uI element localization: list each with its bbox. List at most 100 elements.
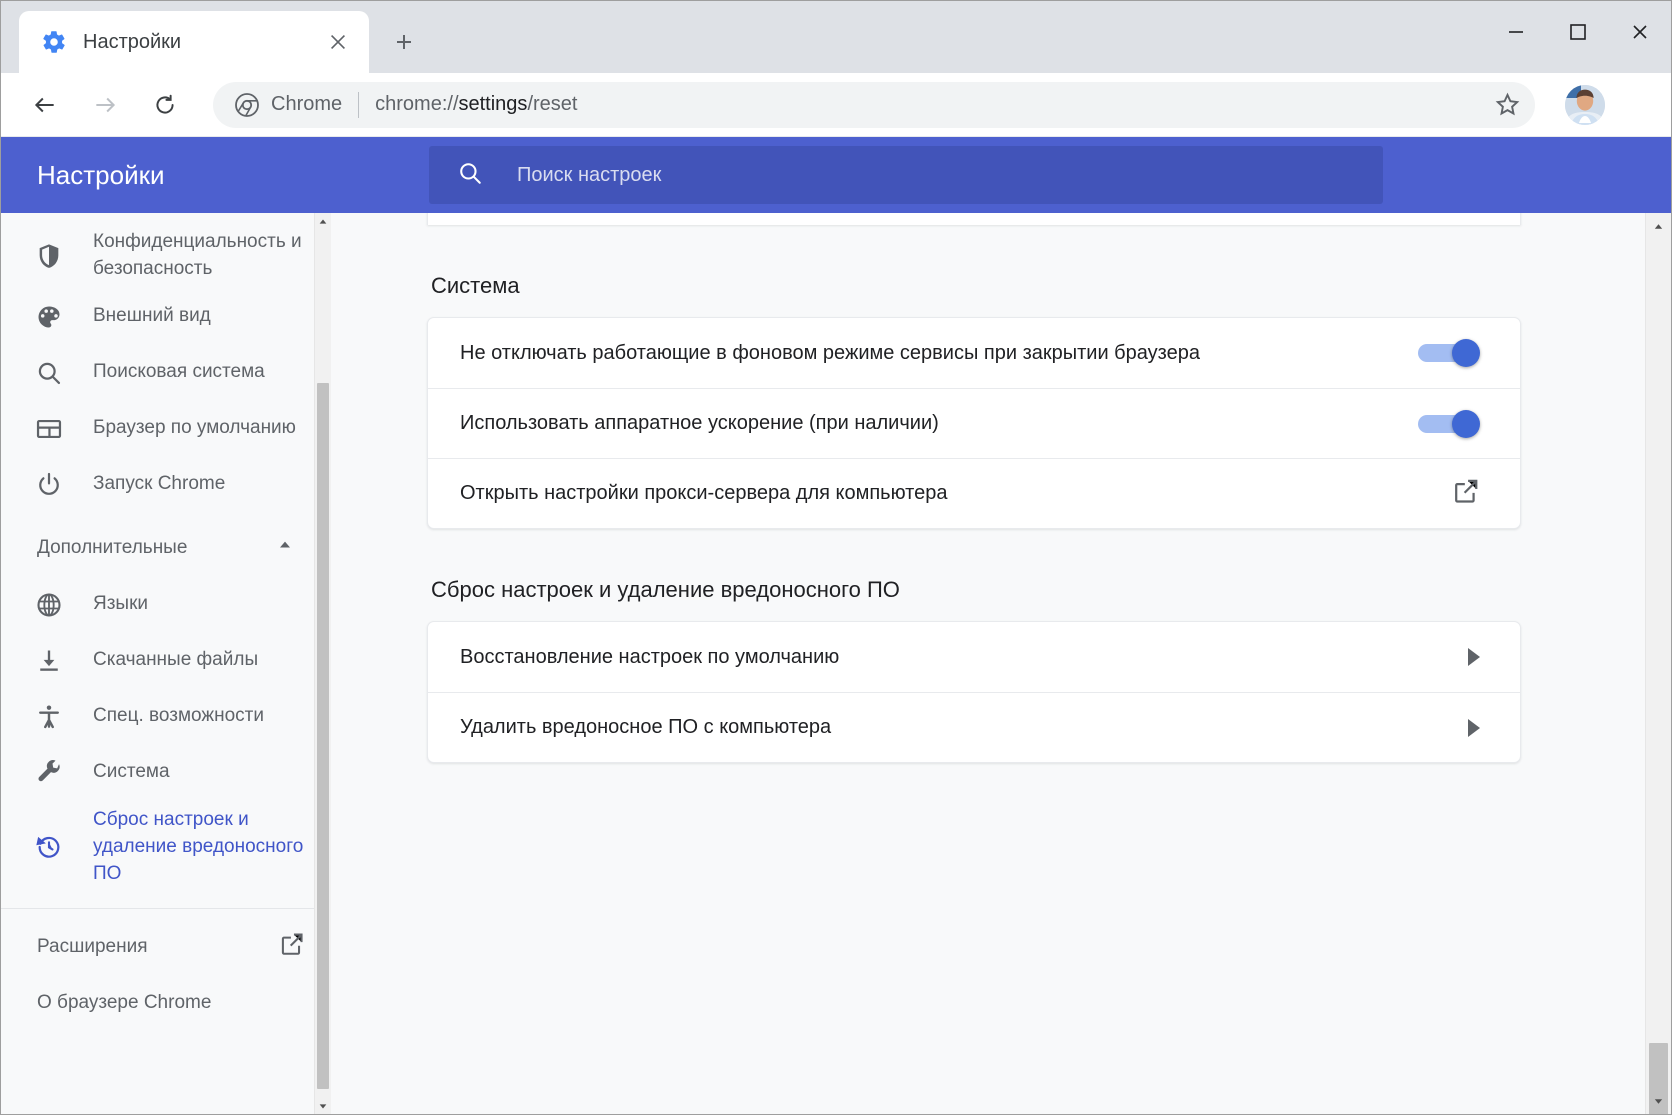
- tab-title: Настройки: [83, 30, 182, 53]
- search-icon: [457, 160, 483, 191]
- browser-window: Настройки Chrome chrome://settings/reset…: [0, 0, 1672, 1115]
- toggle-background-apps[interactable]: [1418, 339, 1480, 367]
- download-icon: [31, 647, 67, 675]
- sidebar-group-label: Дополнительные: [37, 536, 188, 558]
- sidebar-scrollbar[interactable]: [314, 213, 331, 1114]
- sidebar-item-on-startup[interactable]: Запуск Chrome: [1, 457, 331, 513]
- sidebar-item-system[interactable]: Система: [1, 745, 331, 801]
- back-button[interactable]: [21, 81, 69, 129]
- sidebar-scroll-thumb[interactable]: [317, 383, 329, 1089]
- palette-icon: [31, 303, 67, 331]
- wrench-icon: [31, 759, 67, 787]
- maximize-button[interactable]: [1547, 1, 1609, 63]
- sidebar-item-label: Конфиденциальность и безопасность: [93, 231, 302, 279]
- shield-icon: [31, 242, 67, 270]
- sidebar-item-languages[interactable]: Языки: [1, 577, 331, 633]
- close-icon: [1633, 25, 1647, 39]
- settings-sidebar: Конфиденциальность и безопасность Внешни…: [1, 213, 331, 1114]
- browser-toolbar: Chrome chrome://settings/reset: [1, 73, 1671, 137]
- accessibility-icon: [31, 703, 67, 731]
- section-title-reset: Сброс настроек и удаление вредоносного П…: [431, 577, 900, 602]
- chrome-logo-icon: [235, 92, 259, 117]
- external-link-icon[interactable]: [1452, 477, 1480, 511]
- previous-section-card-clipped: [427, 213, 1521, 225]
- scroll-down-arrow-icon[interactable]: [1646, 1088, 1671, 1114]
- setting-row-background-apps[interactable]: Не отключать работающие в фоновом режиме…: [428, 318, 1520, 388]
- scroll-up-arrow-icon[interactable]: [1646, 213, 1671, 239]
- scroll-down-arrow-icon[interactable]: [315, 1097, 331, 1114]
- sidebar-item-label: О браузере Chrome: [37, 991, 212, 1013]
- sidebar-item-label: Скачанные файлы: [93, 649, 259, 671]
- sidebar-item-label: Запуск Chrome: [93, 473, 226, 495]
- url-bold: settings: [458, 93, 528, 115]
- search-placeholder: Поиск настроек: [517, 163, 662, 186]
- setting-row-restore-defaults[interactable]: Восстановление настроек по умолчанию: [428, 622, 1520, 692]
- browser-window-icon: [31, 415, 67, 443]
- search-icon: [31, 359, 67, 387]
- sidebar-item-about-chrome[interactable]: О браузере Chrome: [1, 975, 331, 1031]
- setting-row-proxy-settings[interactable]: Открыть настройки прокси-сервера для ком…: [428, 458, 1520, 528]
- url-prefix: chrome://: [375, 93, 459, 115]
- setting-label: Использовать аппаратное ускорение (при н…: [460, 412, 939, 434]
- sidebar-item-default-browser[interactable]: Браузер по умолчанию: [1, 401, 331, 457]
- close-icon[interactable]: [321, 25, 355, 59]
- page-scrollbar[interactable]: [1645, 213, 1671, 1114]
- sidebar-item-reset-cleanup[interactable]: Сброс настроек и удаление вредоносного П…: [1, 801, 331, 894]
- settings-content: Конфиденциальность и безопасность Внешни…: [1, 213, 1671, 1114]
- url-suffix: /reset: [527, 93, 578, 115]
- bookmark-star-icon[interactable]: [1485, 83, 1529, 127]
- forward-button[interactable]: [81, 81, 129, 129]
- chip-divider: [358, 91, 360, 118]
- reload-button[interactable]: [141, 81, 189, 129]
- maximize-icon: [1570, 24, 1586, 40]
- avatar[interactable]: [1565, 84, 1605, 125]
- search-settings-input[interactable]: Поиск настроек: [429, 146, 1383, 204]
- system-settings-card: Не отключать работающие в фоновом режиме…: [427, 317, 1521, 529]
- sidebar-item-extensions[interactable]: Расширения: [1, 919, 331, 975]
- origin-chip: Chrome: [235, 92, 343, 117]
- sidebar-item-appearance[interactable]: Внешний вид: [1, 289, 331, 345]
- address-bar[interactable]: Chrome chrome://settings/reset: [213, 81, 1535, 128]
- sidebar-item-label: Внешний вид: [93, 305, 211, 327]
- external-link-icon: [279, 931, 305, 963]
- arrow-right-icon: [1468, 718, 1480, 737]
- settings-gear-icon: [41, 29, 67, 55]
- arrow-right-icon: [1468, 648, 1480, 666]
- section-title-system: Система: [431, 273, 520, 298]
- sidebar-group-advanced[interactable]: Дополнительные: [1, 513, 331, 577]
- minimize-button[interactable]: [1485, 1, 1547, 63]
- sidebar-item-accessibility[interactable]: Спец. возможности: [1, 689, 331, 745]
- arrow-right-icon: [96, 97, 116, 112]
- sidebar-item-search-engine[interactable]: Поисковая система: [1, 345, 331, 401]
- globe-icon: [31, 591, 67, 619]
- sidebar-item-label: Система: [93, 761, 170, 783]
- window-controls: [1485, 1, 1671, 63]
- arrow-left-icon: [34, 97, 54, 112]
- setting-label: Не отключать работающие в фоновом режиме…: [460, 341, 1200, 364]
- new-tab-button[interactable]: [381, 19, 427, 65]
- reload-icon: [156, 94, 174, 113]
- reset-settings-card: Восстановление настроек по умолчанию Уда…: [427, 621, 1521, 763]
- browser-tab[interactable]: Настройки: [19, 11, 369, 73]
- setting-row-clean-up-computer[interactable]: Удалить вредоносное ПО с компьютера: [428, 692, 1520, 762]
- sidebar-item-label: Языки: [93, 593, 149, 615]
- setting-label: Удалить вредоносное ПО с компьютера: [460, 716, 832, 738]
- sidebar-item-label: Спец. возможности: [93, 705, 264, 727]
- sidebar-item-privacy[interactable]: Конфиденциальность и безопасность: [1, 223, 331, 289]
- settings-header: Настройки Поиск настроек: [1, 137, 1671, 213]
- scroll-up-arrow-icon[interactable]: [318, 213, 328, 230]
- sidebar-divider: [1, 907, 331, 909]
- toggle-hardware-acceleration[interactable]: [1418, 409, 1480, 438]
- history-restore-icon: [31, 833, 67, 861]
- toggle-knob: [1452, 339, 1480, 367]
- close-window-button[interactable]: [1609, 1, 1671, 63]
- minimize-icon: [1509, 31, 1523, 33]
- page-title: Настройки: [37, 159, 165, 190]
- origin-chip-label: Chrome: [271, 93, 343, 115]
- setting-label: Восстановление настроек по умолчанию: [460, 645, 840, 668]
- sidebar-item-label: Расширения: [37, 935, 148, 957]
- omnibox-actions: [1485, 83, 1529, 127]
- browser-menu-button[interactable]: [1615, 82, 1657, 128]
- setting-row-hardware-acceleration[interactable]: Использовать аппаратное ускорение (при н…: [428, 388, 1520, 458]
- sidebar-item-downloads[interactable]: Скачанные файлы: [1, 633, 331, 689]
